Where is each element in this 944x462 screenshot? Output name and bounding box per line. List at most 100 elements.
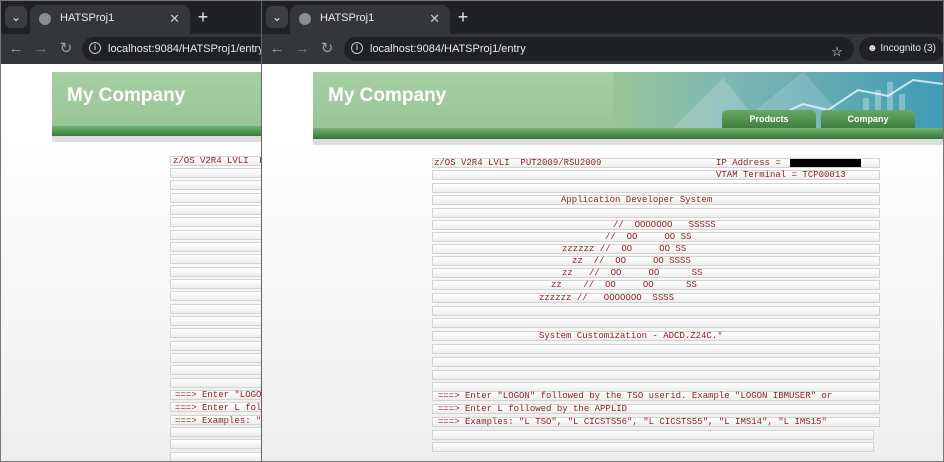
- terminal-row-12: [170, 291, 262, 301]
- terminal-row-5: [432, 208, 880, 218]
- terminal-row-4: [170, 193, 262, 203]
- terminal-row-2: VTAM Terminal = TCP00013: [432, 170, 880, 180]
- terminal-row-7: [170, 230, 262, 240]
- terminal-row-3: [170, 180, 262, 190]
- applid-instruction: ===> Enter L followed by the APPLID: [438, 404, 628, 414]
- terminal-row-2: [170, 168, 262, 178]
- terminal-row-11: zz // OO OO SS: [432, 280, 880, 290]
- new-tab-button[interactable]: +: [192, 5, 214, 29]
- nav-tab-products[interactable]: Products: [722, 110, 816, 128]
- tab-search-button[interactable]: ⌄: [5, 6, 27, 28]
- terminal-row-4: Application Developer System: [432, 195, 880, 205]
- tab-title: HATSProj1: [60, 12, 115, 24]
- tab-strip: ⌄ HATSProj1 ✕ +: [0, 0, 262, 34]
- close-tab-icon[interactable]: ✕: [429, 5, 440, 32]
- terminal-row-11: [170, 279, 262, 289]
- terminal-row-18: [432, 370, 880, 380]
- close-tab-icon[interactable]: ✕: [169, 5, 180, 32]
- terminal-row-24: [170, 439, 262, 449]
- reload-button[interactable]: ↻: [55, 34, 77, 64]
- terminal-row-6: [170, 217, 262, 227]
- terminal-row-18: [170, 365, 262, 375]
- terminal-row-6: // OOOOOOO SSSSS: [432, 220, 880, 230]
- toolbar: ← → ↻ i localhost:9084/HATSProj1/entry ☆…: [262, 34, 944, 64]
- reload-button[interactable]: ↻: [316, 34, 338, 64]
- tab-hatsproj1[interactable]: HATSProj1 ✕: [290, 5, 450, 34]
- header-decoration-image: Products Company: [613, 72, 943, 128]
- tab-strip: ⌄ HATSProj1 ✕ +: [262, 0, 944, 34]
- site-info-icon[interactable]: i: [89, 42, 101, 54]
- header-divider: [313, 139, 943, 145]
- examples-instruction: ===> Examples: "L TSO", "L CICSTS56", "L…: [438, 417, 827, 427]
- terminal-row-9: [170, 254, 262, 264]
- incognito-label: Incognito (3): [880, 43, 936, 54]
- ip-address-label: IP Address =: [716, 158, 781, 168]
- terminal-row-15: [170, 328, 262, 338]
- incognito-indicator[interactable]: ☻ Incognito (3): [859, 37, 944, 61]
- terminal-row-10: [170, 267, 262, 277]
- ascii-logo-line: zz // OO OO SS: [551, 280, 697, 290]
- terminal-row-8: zzzzzz // OO OO SS: [432, 244, 880, 254]
- customization-text: System Customization - ADCD.Z24C.*: [539, 331, 723, 341]
- address-bar[interactable]: i localhost:9084/HATSProj1/entry: [82, 37, 262, 61]
- vtam-terminal-text: VTAM Terminal = TCP00013: [716, 170, 846, 180]
- logon-instruction: ===> Enter "LOGON" followed by the TSO u…: [438, 391, 833, 401]
- ascii-logo-line: zz // OO OO SS: [562, 268, 703, 278]
- terminal-row-5: [170, 205, 262, 215]
- globe-icon: [39, 13, 51, 25]
- redacted-ip-block: [790, 159, 861, 167]
- forward-button[interactable]: →: [291, 34, 313, 64]
- terminal-row-16: [170, 341, 262, 351]
- terminal-row-20: ===> Enter "LOGON" followed by the TSO u…: [432, 391, 880, 401]
- browser-menu-icon[interactable]: ⋮: [938, 37, 944, 61]
- terminal-screen: z/OS V2R4 LVLI PUT2009/RSU2009 IP Addres…: [432, 158, 880, 458]
- globe-icon: [299, 13, 311, 25]
- company-brand: My Company: [328, 85, 447, 106]
- forward-button[interactable]: →: [30, 34, 52, 64]
- terminal-row-21: ===> Enter L followed by the APPLID: [432, 404, 880, 414]
- terminal-row-19: [170, 378, 262, 388]
- terminal-row-15: System Customization - ADCD.Z24C.*: [432, 331, 880, 341]
- terminal-row-22: ===> Examples: "L TSO", "L CICSTS56", "L…: [432, 417, 880, 427]
- terminal-row-24[interactable]: [432, 442, 874, 452]
- new-tab-button[interactable]: +: [452, 5, 474, 29]
- nav-tab-company[interactable]: Company: [821, 110, 915, 128]
- terminal-row-14: [170, 316, 262, 326]
- terminal-row-17: [432, 357, 880, 367]
- terminal-row-13: [170, 304, 262, 314]
- terminal-row-17: [170, 353, 262, 363]
- ascii-logo-line: zzzzzz // OO OO SS: [562, 244, 687, 254]
- incognito-icon: ☻: [867, 43, 881, 54]
- url-text: localhost:9084/HATSProj1/entry: [108, 43, 262, 55]
- tab-title: HATSProj1: [320, 12, 375, 24]
- browser-window-front: ⌄ HATSProj1 ✕ + ← → ↻ i localhost:9084/H…: [262, 0, 944, 462]
- terminal-row-10: zz // OO OO SS: [432, 268, 880, 278]
- tab-search-button[interactable]: ⌄: [266, 6, 288, 28]
- url-text: localhost:9084/HATSProj1/entry: [370, 43, 526, 55]
- terminal-row-23[interactable]: [432, 430, 874, 440]
- system-title: Application Developer System: [561, 195, 713, 205]
- header-divider: [52, 136, 262, 142]
- company-brand: My Company: [67, 85, 186, 106]
- ascii-logo-line: // OO OO SS: [605, 232, 692, 242]
- system-level-text: z/OS V2R4 LVLI PUT2009/RSU2009: [434, 158, 602, 168]
- bookmark-star-icon[interactable]: ☆: [826, 40, 848, 64]
- terminal-row-3: [432, 183, 880, 193]
- back-window-instructions: ===> Enter "LOGON" followed by the TSO u…: [170, 390, 262, 430]
- terminal-row-1: z/OS V2R4 LVLI PUT2009/RSU2009 IP Addres…: [432, 158, 880, 168]
- logon-instruction: ===> Enter "LOGON" followed by the TSO u…: [175, 390, 262, 400]
- nav-tab-label: Products: [749, 114, 789, 124]
- ascii-logo-line: // OOOOOOO SSSSS: [613, 220, 716, 230]
- back-button[interactable]: ←: [5, 34, 27, 64]
- examples-instruction: ===> Examples: "L TSO", "L CICSTS56", "L…: [175, 416, 262, 426]
- terminal-row-14: [432, 318, 880, 328]
- terminal-row-8: [170, 242, 262, 252]
- back-button[interactable]: ←: [266, 34, 288, 64]
- toolbar: ← → ↻ i localhost:9084/HATSProj1/entry: [0, 34, 262, 64]
- tab-hatsproj1[interactable]: HATSProj1 ✕: [30, 5, 190, 34]
- ascii-logo-line: zzzzzz // OOOOOOO SSSS: [539, 293, 675, 303]
- address-bar[interactable]: i localhost:9084/HATSProj1/entry ☆: [344, 37, 854, 61]
- site-info-icon[interactable]: i: [351, 42, 363, 54]
- terminal-row-25: [170, 452, 262, 462]
- terminal-row-12: zzzzzz // OOOOOOO SSSS: [432, 293, 880, 303]
